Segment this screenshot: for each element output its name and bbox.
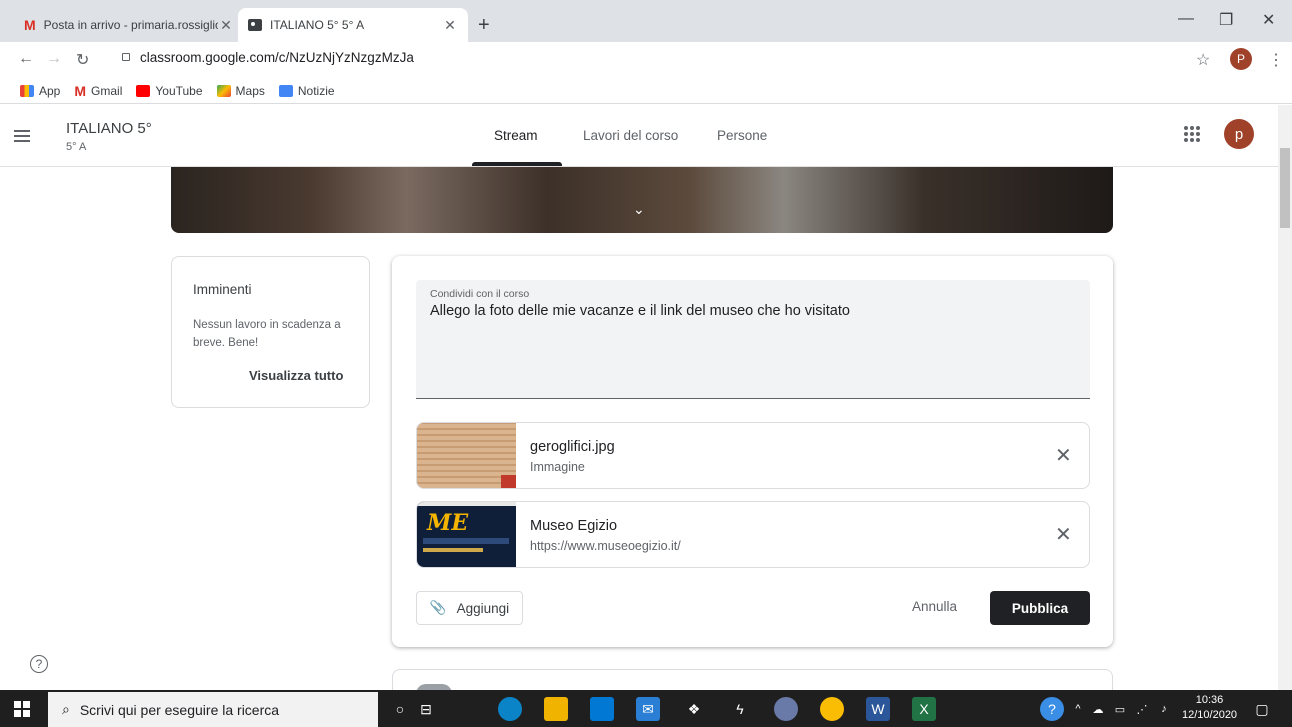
help-tray-icon[interactable]: ? xyxy=(1040,697,1064,721)
bookmark-label: YouTube xyxy=(155,83,203,98)
attachment-name: geroglifici.jpg xyxy=(530,439,615,455)
remove-attachment-icon[interactable]: ✕ xyxy=(1055,522,1072,547)
volume-icon[interactable]: ♪ xyxy=(1152,697,1176,721)
forward-icon[interactable]: → xyxy=(46,50,62,68)
bookmark-notizie[interactable]: Notizie xyxy=(278,83,335,98)
hamburger-menu-icon[interactable] xyxy=(14,130,30,145)
tab-lavori-del-corso[interactable]: Lavori del corso xyxy=(583,128,678,143)
bookmark-label: Notizie xyxy=(297,83,335,98)
close-window-button[interactable]: ✕ xyxy=(1262,10,1275,30)
close-tab-icon[interactable]: ✕ xyxy=(442,17,458,34)
maps-icon xyxy=(216,84,231,97)
youtube-icon xyxy=(136,84,151,97)
clock-time: 10:36 xyxy=(1195,694,1224,706)
clock-date: 12/10/2020 xyxy=(1182,709,1238,721)
browser-tab-classroom[interactable]: ITALIANO 5° 5° A ✕ xyxy=(238,8,468,42)
link-thumbnail: ME xyxy=(417,502,516,567)
bookmark-label: Maps xyxy=(235,83,265,98)
chevron-down-icon[interactable]: ⌄ xyxy=(633,201,645,218)
cortana-icon[interactable]: ○ xyxy=(388,697,412,721)
news-icon xyxy=(278,84,293,97)
close-tab-icon[interactable]: ✕ xyxy=(218,17,234,34)
reload-icon[interactable]: ↻ xyxy=(76,50,89,70)
file-explorer-icon[interactable] xyxy=(544,697,568,721)
dropbox-icon[interactable]: ❖ xyxy=(682,697,706,721)
back-icon[interactable]: ← xyxy=(18,50,34,68)
gmail-icon: M xyxy=(24,17,36,33)
task-view-icon[interactable]: ⊟ xyxy=(414,697,438,721)
scrollbar-thumb[interactable] xyxy=(1280,148,1290,228)
bookmark-maps[interactable]: Maps xyxy=(216,83,265,98)
new-tab-button[interactable]: + xyxy=(478,14,490,37)
search-placeholder: Scrivi qui per eseguire la ricerca xyxy=(79,701,280,718)
mail-icon[interactable]: ✉ xyxy=(636,697,660,721)
notifications-icon[interactable]: ▢ xyxy=(1250,697,1274,721)
tab-title: ITALIANO 5° 5° A xyxy=(270,18,365,32)
attachment-url: https://www.museoegizio.it/ xyxy=(530,539,681,553)
tab-stream[interactable]: Stream xyxy=(494,128,538,143)
add-attachment-button[interactable]: 📎 Aggiungi xyxy=(416,591,523,625)
taskbar-search-box[interactable]: ⌕ Scrivi qui per eseguire la ricerca xyxy=(48,692,378,727)
url-bar[interactable]: classroom.google.com/c/NzUzNjYzNzgzMzJa xyxy=(140,50,414,65)
publish-button[interactable]: Pubblica xyxy=(990,591,1090,625)
cancel-button[interactable]: Annulla xyxy=(912,599,957,614)
attachment-name: Museo Egizio xyxy=(530,518,618,534)
restore-button[interactable]: ❐ xyxy=(1219,10,1233,30)
share-text[interactable]: Allego la foto delle mie vacanze e il li… xyxy=(430,303,850,319)
wifi-icon[interactable]: ⋰ xyxy=(1130,697,1154,721)
course-title[interactable]: ITALIANO 5° xyxy=(66,120,152,137)
paint-icon[interactable] xyxy=(774,697,798,721)
course-section: 5° A xyxy=(66,141,87,153)
course-banner-image xyxy=(171,167,1113,233)
remove-attachment-icon[interactable]: ✕ xyxy=(1055,443,1072,468)
bookmark-gmail[interactable]: M Gmail xyxy=(74,83,122,99)
menu-icon[interactable]: ⋮ xyxy=(1268,50,1284,70)
windows-start-icon[interactable] xyxy=(14,701,30,717)
gmail-icon: M xyxy=(74,82,87,99)
search-icon: ⌕ xyxy=(62,701,70,717)
attachment-image[interactable]: geroglifici.jpg Immagine ✕ xyxy=(416,422,1090,489)
tab-persone[interactable]: Persone xyxy=(717,128,767,143)
apps-icon xyxy=(20,84,34,97)
edge-icon[interactable] xyxy=(498,697,522,721)
bookmark-youtube[interactable]: YouTube xyxy=(136,83,203,98)
share-label: Condividi con il corso xyxy=(430,288,530,300)
image-thumbnail xyxy=(417,423,516,488)
upcoming-text: Nessun lavoro in scadenza a breve. Bene! xyxy=(193,319,341,349)
bookmarks-bar: App M Gmail YouTube Maps Notizie xyxy=(0,78,1292,104)
lock-icon xyxy=(122,53,130,61)
app-icon[interactable]: ϟ xyxy=(728,697,752,721)
battery-icon[interactable]: ▭ xyxy=(1108,697,1132,721)
browser-tab-gmail[interactable]: M Posta in arrivo - primaria.rossiglio ✕ xyxy=(14,8,244,42)
excel-icon[interactable]: X xyxy=(912,697,936,721)
user-avatar[interactable]: p xyxy=(1224,119,1254,149)
paperclip-icon: 📎 xyxy=(429,600,447,615)
add-label: Aggiungi xyxy=(456,600,510,616)
tab-title: Posta in arrivo - primaria.rossiglio xyxy=(43,18,218,32)
help-icon[interactable]: ? xyxy=(30,655,48,673)
chrome-icon[interactable] xyxy=(820,697,844,721)
attachment-link[interactable]: ME Museo Egizio https://www.museoegizio.… xyxy=(416,501,1090,568)
word-icon[interactable]: W xyxy=(866,697,890,721)
minimize-button[interactable]: — xyxy=(1178,10,1194,28)
store-icon[interactable] xyxy=(590,697,614,721)
classroom-icon xyxy=(248,19,262,31)
upcoming-title: Imminenti xyxy=(193,282,252,297)
profile-avatar[interactable]: P xyxy=(1230,48,1252,70)
attachment-type: Immagine xyxy=(530,460,585,474)
bookmark-label: Gmail xyxy=(91,83,123,98)
bookmark-star-icon[interactable]: ☆ xyxy=(1196,50,1210,70)
active-tab-indicator xyxy=(472,162,562,166)
bookmark-label: App xyxy=(39,83,61,98)
view-all-link[interactable]: Visualizza tutto xyxy=(249,368,343,383)
google-apps-icon[interactable] xyxy=(1184,126,1200,142)
taskbar-clock[interactable]: 10:36 12/10/2020 xyxy=(1182,693,1237,723)
bookmark-app[interactable]: App xyxy=(20,84,60,98)
onedrive-icon[interactable]: ☁ xyxy=(1086,697,1110,721)
